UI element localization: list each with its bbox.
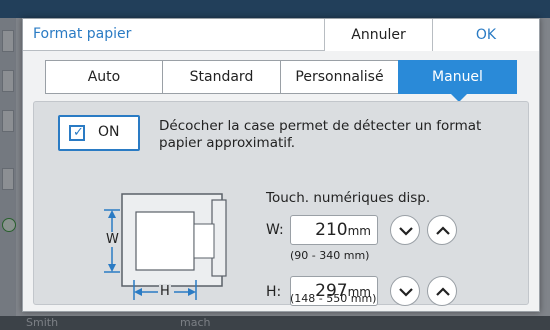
height-decrease-button[interactable]: [390, 276, 420, 306]
width-decrease-button[interactable]: [390, 215, 420, 245]
cancel-button[interactable]: Annuler: [324, 19, 432, 51]
paper-size-dialog: Format papier Annuler OK Auto Standard P…: [22, 18, 540, 312]
on-label: ON: [98, 124, 120, 140]
chevron-down-icon: [399, 227, 413, 236]
numeric-keys-label: Touch. numériques disp.: [266, 190, 431, 206]
chevron-down-icon: [399, 288, 413, 297]
width-increase-button[interactable]: [427, 215, 457, 245]
height-range: (148 - 550 mm): [290, 292, 377, 305]
width-unit: mm: [347, 224, 371, 238]
description-text: Décocher la case permet de détecter un f…: [159, 118, 482, 151]
width-value: 210: [315, 220, 348, 240]
dialog-title: Format papier: [33, 26, 132, 42]
width-field[interactable]: 210mm: [290, 215, 378, 245]
checkmark-icon: ✓: [73, 125, 84, 140]
height-label: H:: [266, 284, 282, 300]
paper-size-illustration: W H: [94, 190, 254, 305]
on-checkbox-toggle[interactable]: ✓ ON: [58, 115, 140, 151]
tab-custom[interactable]: Personnalisé: [280, 60, 399, 94]
tab-standard[interactable]: Standard: [162, 60, 281, 94]
tab-manual[interactable]: Manuel: [398, 60, 517, 94]
h-dimension-label: H: [159, 284, 171, 299]
dialog-title-bar: Format papier Annuler OK: [23, 19, 539, 51]
checkbox: ✓: [69, 125, 85, 141]
tab-auto[interactable]: Auto: [45, 60, 163, 94]
chevron-up-icon: [436, 226, 450, 235]
height-increase-button[interactable]: [427, 276, 457, 306]
ok-button[interactable]: OK: [432, 19, 539, 51]
w-dimension-label: W: [105, 232, 120, 247]
width-range: (90 - 340 mm): [290, 249, 370, 262]
manual-settings-panel: ✓ ON Décocher la case permet de détecter…: [33, 101, 529, 306]
width-label: W:: [266, 222, 284, 238]
paper-size-tabs: Auto Standard Personnalisé Manuel: [45, 60, 517, 94]
chevron-up-icon: [436, 287, 450, 296]
